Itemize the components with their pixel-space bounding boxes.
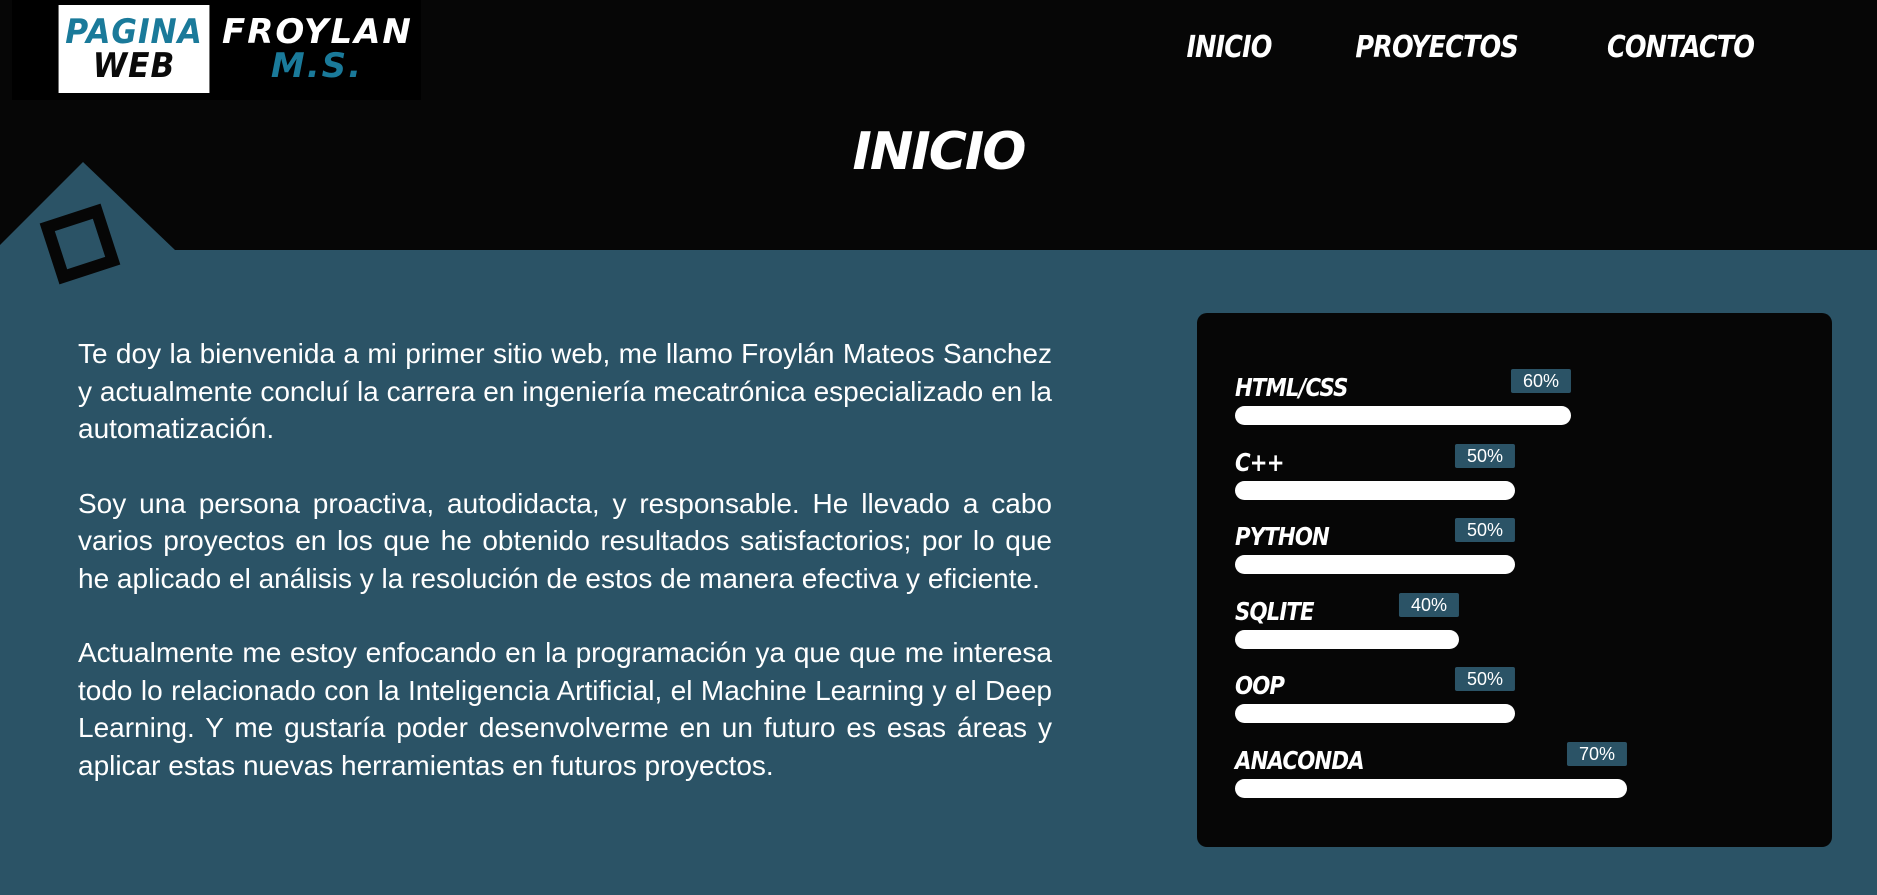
skill-progress-bar [1235, 555, 1515, 574]
skill-progress-bar [1235, 778, 1627, 798]
skills-card: HTML/CSS 60% C++ 50% PYTHON 50% SQLITE 40% OOP 50… [1197, 313, 1832, 847]
intro-text: Te doy la bienvenida a mi primer sitio w… [78, 335, 1052, 821]
skill-name: PYTHON [1235, 522, 1330, 551]
skill-progress-bar [1235, 629, 1459, 649]
skill-percent-badge: 50% [1454, 667, 1515, 691]
logo-text-web: WEB [92, 46, 176, 86]
skill-name: HTML/CSS [1235, 373, 1348, 402]
skill-percent-badge: 40% [1398, 592, 1459, 617]
skill-name: ANACONDA [1235, 745, 1365, 775]
main-nav: INICIO PROYECTOS CONTACTO [1179, 30, 1767, 65]
intro-paragraph-1: Te doy la bienvenida a mi primer sitio w… [78, 338, 1052, 444]
skill-progress-bar [1235, 406, 1571, 425]
skill-percent-badge: 60% [1510, 369, 1571, 393]
intro-paragraph-2: Soy una persona proactiva, autodidacta, … [78, 487, 1052, 594]
logo-text-pagina: PAGINA [65, 12, 203, 52]
page-title: INICIO [852, 122, 1027, 182]
intro-paragraph-3: Actualmente me estoy enfocando en la pro… [78, 637, 1052, 781]
skill-percent-badge: 50% [1454, 518, 1515, 542]
nav-link-inicio[interactable]: INICIO [1186, 30, 1272, 65]
skill-name: OOP [1235, 671, 1285, 700]
logo-text-initials: M.S. [270, 46, 364, 86]
site-logo[interactable]: PAGINA WEB FROYLAN M.S. [12, 0, 421, 100]
skill-percent-badge: 50% [1454, 443, 1515, 468]
nav-link-proyectos[interactable]: PROYECTOS [1355, 30, 1518, 65]
logo-right-block: FROYLAN M.S. [222, 5, 412, 83]
skill-name: SQLITE [1235, 596, 1315, 626]
logo-left-block: PAGINA WEB [58, 5, 210, 93]
skill-percent-badge: 70% [1566, 741, 1627, 766]
nav-link-contacto[interactable]: CONTACTO [1607, 30, 1755, 65]
skill-progress-bar [1235, 704, 1515, 723]
skill-progress-bar [1235, 480, 1515, 500]
page-header: PAGINA WEB FROYLAN M.S. INICIO PROYECTOS… [0, 0, 1877, 250]
skill-name: C++ [1235, 447, 1285, 477]
logo-text-froylan: FROYLAN [222, 12, 413, 52]
